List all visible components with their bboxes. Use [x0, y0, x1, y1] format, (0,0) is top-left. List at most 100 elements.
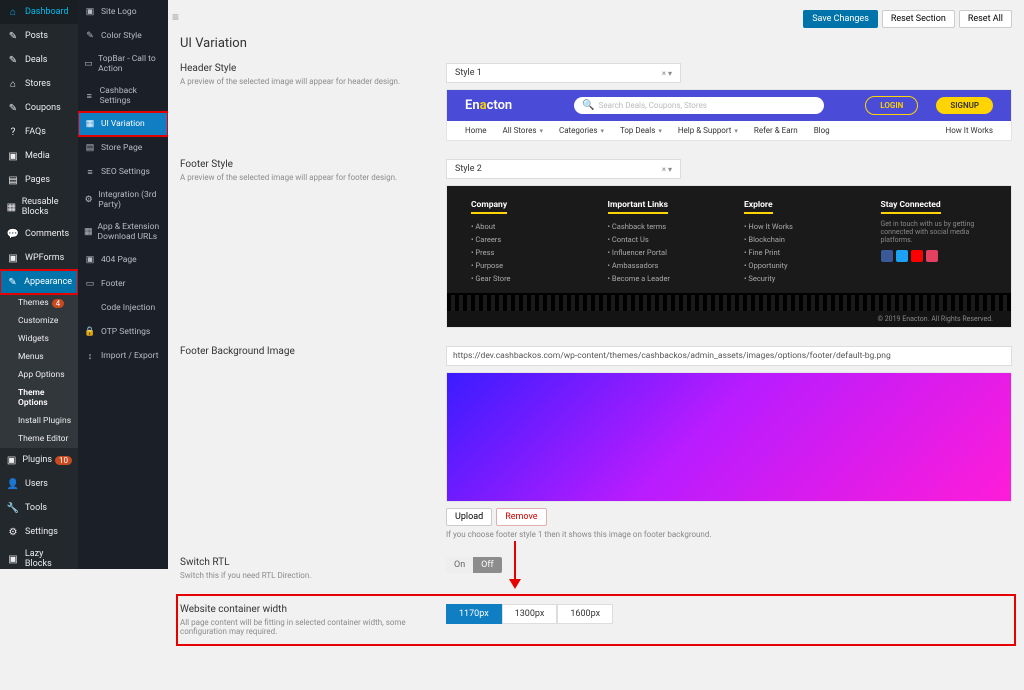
wp-submenu-install-plugins[interactable]: Install Plugins — [12, 412, 78, 430]
wp-menu-comments[interactable]: 💬Comments — [0, 222, 78, 246]
footer-link[interactable]: Influencer Portal — [608, 246, 715, 259]
menu-label: Site Logo — [101, 7, 137, 17]
wp-submenu-widgets[interactable]: Widgets — [12, 330, 78, 348]
theme-menu-site-logo[interactable]: ▣Site Logo — [78, 0, 168, 24]
wp-submenu-theme-options[interactable]: Theme Options — [12, 384, 78, 412]
width-option-1170px[interactable]: 1170px — [446, 604, 502, 624]
wp-menu-media[interactable]: ▣Media — [0, 144, 78, 168]
menu-label: Tools — [25, 503, 47, 513]
header-preview: Enacton 🔍 Search Deals, Coupons, Stores … — [446, 89, 1012, 141]
wp-menu-tools[interactable]: 🔧Tools — [0, 496, 78, 520]
wp-submenu-theme-editor[interactable]: Theme Editor — [12, 430, 78, 448]
menu-icon: ✎ — [6, 29, 20, 43]
reset-all-button[interactable]: Reset All — [959, 10, 1012, 28]
footer-col-important-links: Important LinksCashback termsContact UsI… — [608, 200, 715, 285]
header-style-select[interactable]: Style 1 × ▾ — [446, 63, 681, 83]
reset-section-button[interactable]: Reset Section — [882, 10, 955, 28]
footer-style-select[interactable]: Style 2 × ▾ — [446, 159, 681, 179]
nav-blog[interactable]: Blog — [814, 126, 830, 135]
footer-link[interactable]: Blockchain — [744, 233, 851, 246]
wp-submenu-customize[interactable]: Customize — [12, 312, 78, 330]
wp-menu-deals[interactable]: ✎Deals — [0, 48, 78, 72]
wp-menu-dashboard[interactable]: ⌂Dashboard — [0, 0, 78, 24]
login-button[interactable]: LOGIN — [865, 96, 918, 115]
footer-link[interactable]: Gear Store — [471, 272, 578, 285]
theme-menu-import-export[interactable]: ↕Import / Export — [78, 344, 168, 368]
footer-link[interactable]: About — [471, 220, 578, 233]
submenu-label: Theme Options — [18, 388, 72, 408]
nav-all-stores[interactable]: All Stores ▾ — [503, 126, 543, 135]
theme-menu-seo-settings[interactable]: ≡SEO Settings — [78, 160, 168, 184]
wp-submenu-themes[interactable]: Themes4 — [12, 294, 78, 312]
menu-label: Integration (3rd Party) — [98, 190, 162, 210]
footer-link[interactable]: Press — [471, 246, 578, 259]
menu-label: Comments — [25, 229, 69, 239]
wp-menu-lazy-blocks[interactable]: ▣Lazy Blocks — [0, 544, 78, 569]
footer-link[interactable]: Purpose — [471, 259, 578, 272]
search-input[interactable]: 🔍 Search Deals, Coupons, Stores — [574, 97, 824, 114]
signup-button[interactable]: SIGNUP — [936, 97, 993, 114]
footer-link[interactable]: Fine Print — [744, 246, 851, 259]
rtl-on[interactable]: On — [446, 557, 473, 573]
footer-link[interactable]: Security — [744, 272, 851, 285]
theme-menu-app-extension-download-urls[interactable]: ▦App & Extension Download URLs — [78, 216, 168, 248]
nav-top-deals[interactable]: Top Deals ▾ — [620, 126, 662, 135]
theme-menu-integration-3rd-party-[interactable]: ⚙Integration (3rd Party) — [78, 184, 168, 216]
theme-menu-code-injection[interactable]: Code Injection — [78, 296, 168, 320]
wp-submenu-app-options[interactable]: App Options — [12, 366, 78, 384]
menu-label: Users — [25, 479, 48, 489]
rtl-off[interactable]: Off — [473, 557, 501, 573]
theme-menu-ui-variation[interactable]: ▦UI Variation — [78, 112, 168, 136]
footer-style-value: Style 2 — [455, 164, 482, 174]
width-option-1600px[interactable]: 1600px — [557, 604, 613, 624]
footer-link[interactable]: How It Works — [744, 220, 851, 233]
theme-menu-404-page[interactable]: ▣404 Page — [78, 248, 168, 272]
twitter-icon[interactable] — [896, 250, 908, 262]
wp-menu-stores[interactable]: ⌂Stores — [0, 72, 78, 96]
width-option-1300px[interactable]: 1300px — [502, 604, 558, 624]
nav-how-it-works[interactable]: How It Works — [946, 126, 993, 135]
wp-menu-appearance[interactable]: ✎Appearance — [0, 270, 78, 294]
menu-label: Code Injection — [101, 303, 155, 313]
theme-menu-topbar-call-to-action[interactable]: ▭TopBar - Call to Action — [78, 48, 168, 80]
upload-button[interactable]: Upload — [446, 508, 492, 526]
footer-link[interactable]: Cashback terms — [608, 220, 715, 233]
theme-menu-otp-settings[interactable]: 🔒OTP Settings — [78, 320, 168, 344]
footer-link[interactable]: Contact Us — [608, 233, 715, 246]
footer-col-explore: ExploreHow It WorksBlockchainFine PrintO… — [744, 200, 851, 285]
nav-home[interactable]: Home — [465, 126, 487, 135]
footer-link[interactable]: Become a Leader — [608, 272, 715, 285]
save-changes-button[interactable]: Save Changes — [803, 10, 878, 28]
wp-menu-posts[interactable]: ✎Posts — [0, 24, 78, 48]
nav-refer-&-earn[interactable]: Refer & Earn — [754, 126, 798, 135]
facebook-icon[interactable] — [881, 250, 893, 262]
menu-label: Lazy Blocks — [25, 549, 72, 569]
wp-menu-users[interactable]: 👤Users — [0, 472, 78, 496]
footer-link[interactable]: Ambassadors — [608, 259, 715, 272]
footer-bg-url-input[interactable] — [446, 346, 1012, 366]
footer-bg-hint: If you choose footer style 1 then it sho… — [446, 530, 1012, 539]
instagram-icon[interactable] — [926, 250, 938, 262]
wp-menu-settings[interactable]: ⚙Settings — [0, 520, 78, 544]
wp-menu-wpforms[interactable]: ▣WPForms — [0, 246, 78, 270]
rtl-switch[interactable]: On Off — [446, 557, 502, 573]
youtube-icon[interactable] — [911, 250, 923, 262]
wp-submenu-menus[interactable]: Menus — [12, 348, 78, 366]
footer-link[interactable]: Careers — [471, 233, 578, 246]
nav-categories[interactable]: Categories ▾ — [559, 126, 604, 135]
remove-button[interactable]: Remove — [496, 508, 546, 526]
footer-col-company: CompanyAboutCareersPressPurposeGear Stor… — [471, 200, 578, 285]
wp-menu-plugins[interactable]: ▣Plugins10 — [0, 448, 78, 472]
theme-menu-color-style[interactable]: ✎Color Style — [78, 24, 168, 48]
theme-menu-cashback-settings[interactable]: ≡Cashback Settings — [78, 80, 168, 112]
wp-menu-coupons[interactable]: ✎Coupons — [0, 96, 78, 120]
hamburger-icon[interactable]: ≡ — [172, 10, 179, 24]
theme-menu-footer[interactable]: ▭Footer — [78, 272, 168, 296]
wp-menu-pages[interactable]: ▤Pages — [0, 168, 78, 192]
wp-menu-reusable-blocks[interactable]: ▦Reusable Blocks — [0, 192, 78, 222]
theme-menu-store-page[interactable]: ▤Store Page — [78, 136, 168, 160]
menu-icon: ≡ — [84, 166, 96, 178]
wp-menu-faqs[interactable]: ?FAQs — [0, 120, 78, 144]
nav-help-&-support[interactable]: Help & Support ▾ — [678, 126, 738, 135]
footer-link[interactable]: Opportunity — [744, 259, 851, 272]
